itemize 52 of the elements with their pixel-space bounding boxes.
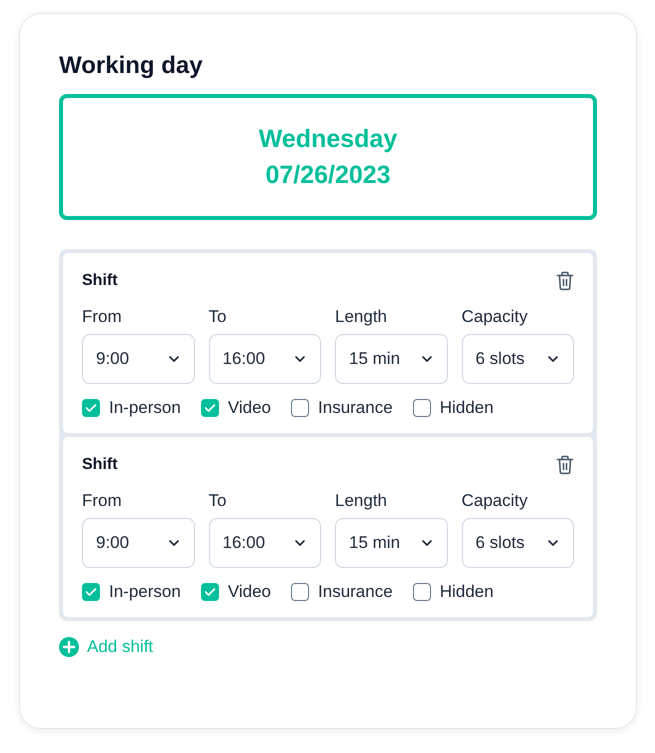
checkbox[interactable] <box>82 583 100 601</box>
chevron-down-icon <box>168 539 180 547</box>
checkbox-label: Hidden <box>440 398 494 418</box>
plus-circle-icon <box>59 637 79 657</box>
chevron-down-icon <box>420 355 432 363</box>
checkbox-label: Video <box>228 582 272 602</box>
chevron-down-icon <box>168 355 180 363</box>
checkbox[interactable] <box>82 399 100 417</box>
delete-icon[interactable] <box>556 455 574 475</box>
check-icon <box>204 403 216 413</box>
field-label: Capacity <box>462 491 529 511</box>
check-icon <box>85 587 97 597</box>
chevron-down-icon <box>547 539 559 547</box>
checkbox-label: Video <box>228 398 272 418</box>
card-title: Working day <box>59 52 204 80</box>
date-text: 07/26/2023 <box>265 160 391 191</box>
checkbox[interactable] <box>200 399 219 417</box>
checkbox-label: In-person <box>109 582 181 602</box>
check-icon <box>85 403 97 413</box>
checkbox[interactable] <box>291 583 310 601</box>
checkbox[interactable] <box>291 399 310 417</box>
dropdown[interactable]: 6 slots <box>462 334 574 384</box>
chevron-down-icon <box>420 539 432 547</box>
field-label: From <box>82 307 123 327</box>
dropdown[interactable]: 9:00 <box>82 334 194 384</box>
dropdown[interactable]: 16:00 <box>208 518 321 568</box>
checkbox-label: Insurance <box>318 582 393 602</box>
checkbox[interactable] <box>200 583 219 601</box>
shift-title: Shift <box>82 272 118 290</box>
dropdown[interactable]: 6 slots <box>462 518 574 568</box>
checkbox[interactable] <box>412 399 431 417</box>
dropdown[interactable]: 16:00 <box>208 334 321 384</box>
field-label: Length <box>335 307 388 327</box>
field-label: From <box>82 491 123 511</box>
checkbox-label: In-person <box>109 398 181 418</box>
field-label: Length <box>335 491 388 511</box>
checkbox[interactable] <box>412 583 431 601</box>
check-icon <box>204 587 216 597</box>
checkbox-label: Hidden <box>440 582 494 602</box>
field-label: Capacity <box>462 307 529 327</box>
dropdown[interactable]: 9:00 <box>82 518 194 568</box>
chevron-down-icon <box>294 539 306 547</box>
delete-icon[interactable] <box>556 271 574 291</box>
field-label: To <box>208 307 228 327</box>
shift-title: Shift <box>82 456 118 474</box>
chevron-down-icon <box>547 355 559 363</box>
dropdown[interactable]: 15 min <box>335 518 448 568</box>
field-label: To <box>208 491 228 511</box>
chevron-down-icon <box>294 355 306 363</box>
dropdown[interactable]: 15 min <box>335 334 448 384</box>
checkbox-label: Insurance <box>318 398 393 418</box>
weekday-text: Wednesday <box>258 124 398 155</box>
